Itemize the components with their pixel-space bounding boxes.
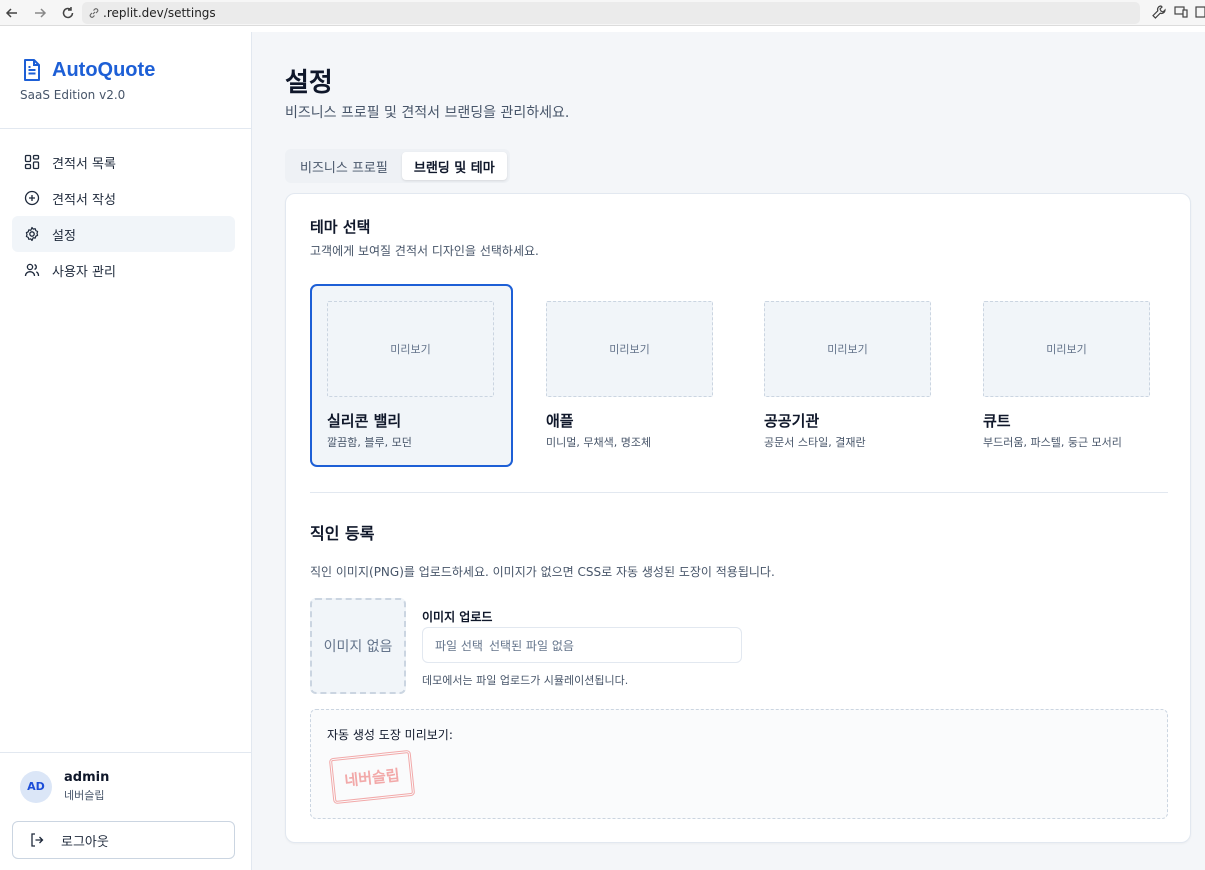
- theme-option-apple[interactable]: 미리보기 애플 미니멀, 무채색, 명조체: [529, 284, 732, 467]
- seal-section-subtitle: 직인 이미지(PNG)를 업로드하세요. 이미지가 없으면 CSS로 자동 생성…: [310, 565, 775, 579]
- seal-preview-label: 자동 생성 도장 미리보기:: [327, 728, 453, 742]
- upload-hint: 데모에서는 파일 업로드가 시뮬레이션됩니다.: [422, 674, 629, 687]
- branding-card: 테마 선택 고객에게 보여질 견적서 디자인을 선택하세요. 미리보기 실리콘 …: [285, 193, 1191, 843]
- browser-toolbar: .replit.dev/settings: [0, 0, 1205, 26]
- sidebar: AutoQuote SaaS Edition v2.0 견적서 목록 견적서 작…: [0, 32, 252, 870]
- back-arrow-icon[interactable]: [2, 3, 22, 23]
- sidebar-item-settings[interactable]: 설정: [12, 216, 235, 252]
- sidebar-item-create-quote[interactable]: 견적서 작성: [12, 180, 235, 216]
- brand[interactable]: AutoQuote: [21, 58, 155, 82]
- upload-label: 이미지 업로드: [422, 610, 493, 624]
- theme-preview: 미리보기: [983, 301, 1150, 397]
- brand-edition: SaaS Edition v2.0: [20, 88, 126, 102]
- plus-circle-icon: [24, 190, 40, 206]
- user-name: admin: [64, 770, 110, 785]
- divider: [0, 752, 251, 753]
- avatar: AD: [20, 770, 52, 803]
- file-upload-input[interactable]: 파일 선택 선택된 파일 없음: [422, 627, 742, 663]
- theme-preview: 미리보기: [327, 301, 494, 397]
- seal-image-placeholder: 이미지 없음: [310, 598, 406, 694]
- theme-section-title: 테마 선택: [310, 218, 371, 236]
- sidebar-item-label: 견적서 작성: [52, 192, 116, 208]
- devices-icon[interactable]: [1173, 4, 1189, 20]
- wrench-icon[interactable]: [1151, 4, 1167, 20]
- logout-icon: [31, 833, 44, 847]
- divider: [0, 128, 251, 129]
- file-status: 선택된 파일 없음: [488, 638, 574, 653]
- main-content: 설정 비즈니스 프로필 및 견적서 브랜딩을 관리하세요. 비즈니스 프로필 브…: [252, 32, 1205, 870]
- seal-preview-box: 자동 생성 도장 미리보기: 네버슬립: [310, 709, 1168, 819]
- theme-option-public[interactable]: 미리보기 공공기관 공문서 스타일, 결재란: [747, 284, 950, 467]
- auto-seal-stamp: 네버슬립: [328, 749, 416, 805]
- gear-icon: [25, 226, 39, 242]
- theme-option-silicon-valley[interactable]: 미리보기 실리콘 밸리 깔끔함, 블루, 모던: [310, 284, 513, 467]
- tab-branding-theme[interactable]: 브랜딩 및 테마: [401, 152, 507, 180]
- divider: [310, 492, 1168, 493]
- theme-description: 깔끔함, 블루, 모던: [327, 436, 412, 449]
- brand-title: AutoQuote: [52, 58, 156, 81]
- dashboard-icon: [24, 154, 40, 170]
- theme-option-cute[interactable]: 미리보기 큐트 부드러움, 파스텔, 둥근 모서리: [966, 284, 1169, 467]
- sidebar-nav: 견적서 목록 견적서 작성 설정 사용자 관리: [12, 144, 235, 288]
- logout-button[interactable]: 로그아웃: [12, 821, 235, 859]
- reload-icon[interactable]: [58, 3, 78, 23]
- theme-preview: 미리보기: [764, 301, 931, 397]
- theme-preview: 미리보기: [546, 301, 713, 397]
- theme-name: 공공기관: [764, 412, 820, 430]
- theme-name: 큐트: [983, 412, 1011, 430]
- forward-arrow-icon[interactable]: [30, 3, 50, 23]
- user-org: 네버슬립: [64, 789, 105, 802]
- file-choose-button[interactable]: 파일 선택: [435, 637, 483, 654]
- theme-description: 공문서 스타일, 결재란: [764, 436, 866, 449]
- sidebar-item-label: 견적서 목록: [52, 156, 116, 172]
- user-profile: AD admin 네버슬립: [20, 770, 109, 803]
- theme-description: 미니멀, 무채색, 명조체: [546, 436, 652, 449]
- page-subtitle: 비즈니스 프로필 및 견적서 브랜딩을 관리하세요.: [285, 105, 570, 121]
- address-bar[interactable]: .replit.dev/settings: [82, 2, 1140, 24]
- sidebar-item-users[interactable]: 사용자 관리: [12, 252, 235, 288]
- theme-description: 부드러움, 파스텔, 둥근 모서리: [983, 436, 1122, 449]
- logout-label: 로그아웃: [61, 834, 109, 850]
- document-icon: [24, 59, 40, 81]
- users-icon: [24, 263, 40, 277]
- sidebar-item-label: 사용자 관리: [52, 264, 116, 280]
- sidebar-toggle-icon[interactable]: [1195, 4, 1205, 20]
- sidebar-item-quote-list[interactable]: 견적서 목록: [12, 144, 235, 180]
- theme-section-subtitle: 고객에게 보여질 견적서 디자인을 선택하세요.: [310, 244, 539, 258]
- tab-business-profile[interactable]: 비즈니스 프로필: [288, 152, 400, 180]
- theme-name: 실리콘 밸리: [327, 412, 402, 430]
- sidebar-item-label: 설정: [52, 228, 76, 244]
- theme-name: 애플: [546, 412, 574, 430]
- url-text: .replit.dev/settings: [103, 6, 216, 20]
- link-icon: [89, 8, 99, 18]
- seal-section-title: 직인 등록: [310, 524, 375, 543]
- settings-tabs: 비즈니스 프로필 브랜딩 및 테마: [285, 149, 510, 183]
- page-title: 설정: [285, 68, 333, 98]
